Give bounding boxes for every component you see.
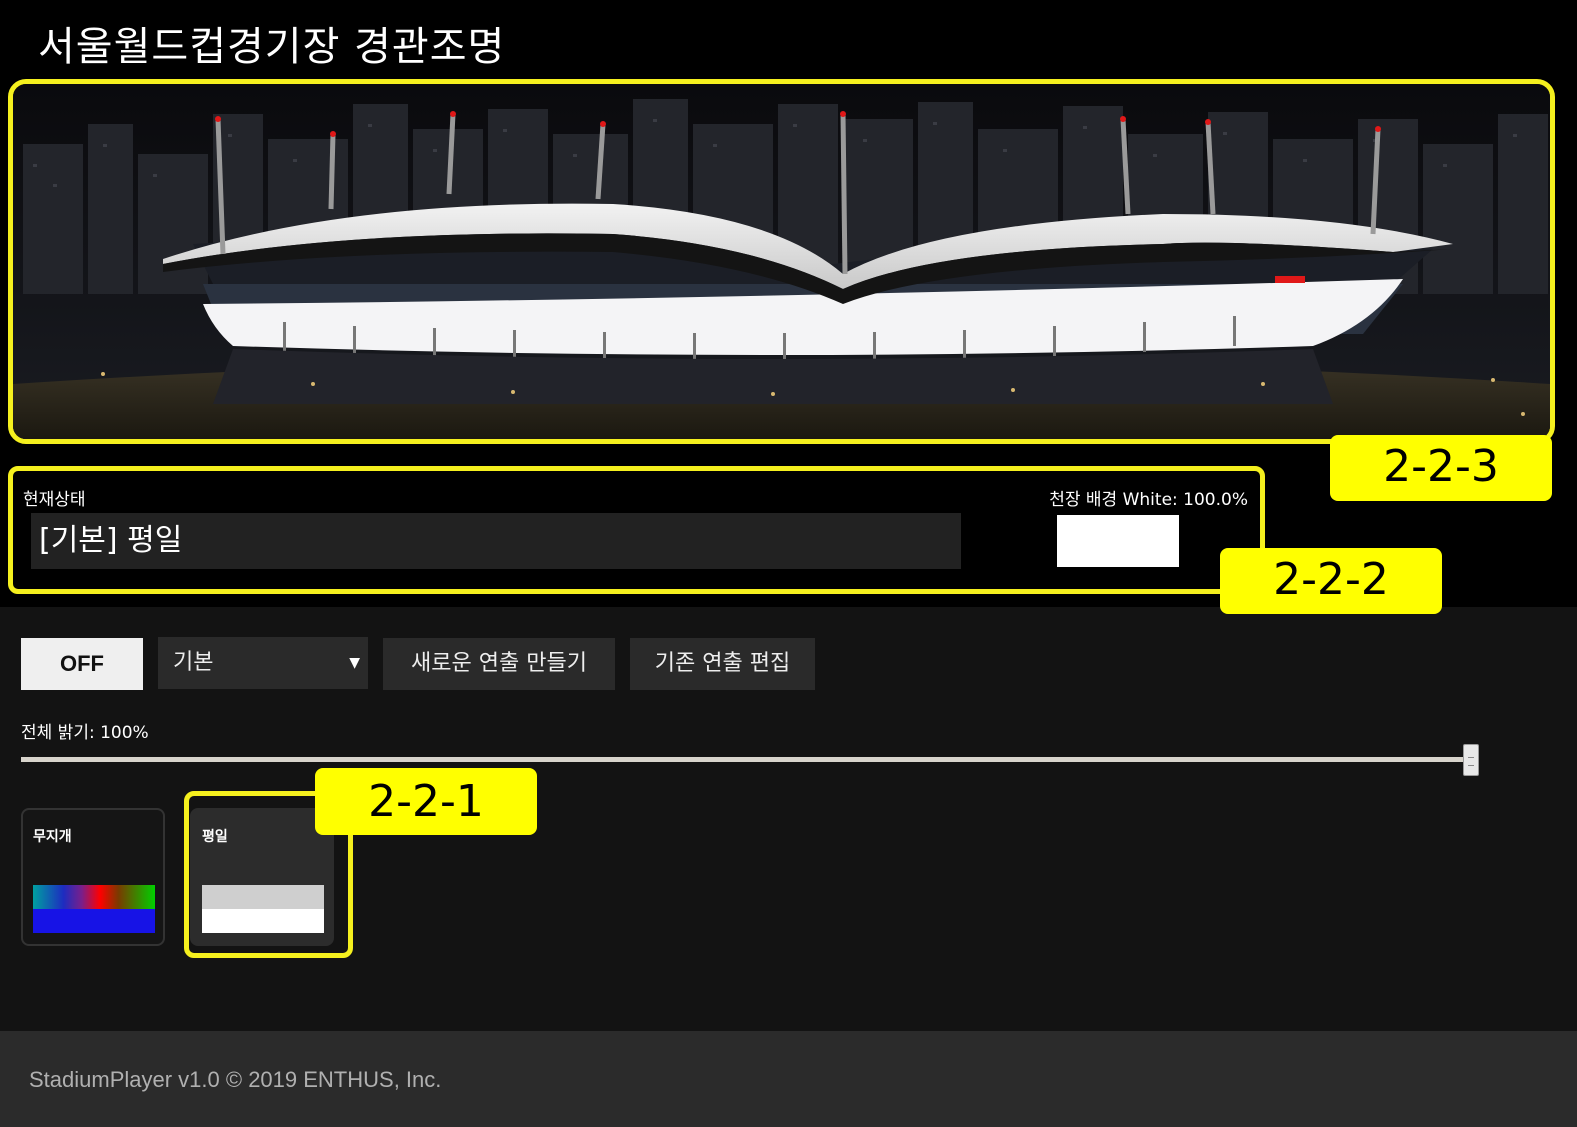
- page-title: 서울월드컵경기장 경관조명: [38, 24, 506, 70]
- edit-show-button[interactable]: 기존 연출 편집: [630, 638, 815, 690]
- preset-color-bar: [202, 885, 324, 909]
- preset-color-bar: [33, 909, 155, 933]
- caret-down-icon: ▼: [349, 655, 360, 671]
- callout-2-2-1: 2-2-1: [315, 768, 537, 835]
- brightness-slider-fill: [21, 757, 1471, 762]
- brightness-slider[interactable]: [21, 757, 1471, 762]
- preset-rainbow[interactable]: 무지개: [21, 808, 165, 946]
- brightness-slider-handle[interactable]: [1463, 744, 1479, 776]
- preset-color-bar: [202, 909, 324, 933]
- ceiling-background-label: 천장 배경 White: 100.0%: [1049, 490, 1248, 510]
- brightness-label: 전체 밝기: 100%: [21, 723, 149, 743]
- stadium-preview: [8, 79, 1555, 444]
- status-panel: 현재상태 [기본] 평일 천장 배경 White: 100.0%: [8, 466, 1265, 594]
- program-select-value: 기본: [173, 650, 214, 675]
- preset-color-bar: [33, 885, 155, 909]
- preset-weekday[interactable]: 평일: [190, 808, 334, 946]
- off-button[interactable]: OFF: [21, 638, 143, 690]
- preset-name: 무지개: [33, 829, 72, 845]
- callout-2-2-2: 2-2-2: [1220, 548, 1442, 614]
- stadium-image: [13, 84, 1550, 439]
- status-label: 현재상태: [23, 490, 86, 510]
- preset-name: 평일: [202, 829, 228, 845]
- ceiling-background-swatch: [1057, 515, 1179, 567]
- new-show-button[interactable]: 새로운 연출 만들기: [383, 638, 615, 690]
- status-value: [기본] 평일: [31, 513, 961, 569]
- footer: StadiumPlayer v1.0 © 2019 ENTHUS, Inc.: [0, 1031, 1577, 1127]
- program-select[interactable]: 기본 ▼: [158, 637, 368, 689]
- footer-copyright: StadiumPlayer v1.0 © 2019 ENTHUS, Inc.: [29, 1067, 442, 1092]
- callout-2-2-3: 2-2-3: [1330, 435, 1552, 501]
